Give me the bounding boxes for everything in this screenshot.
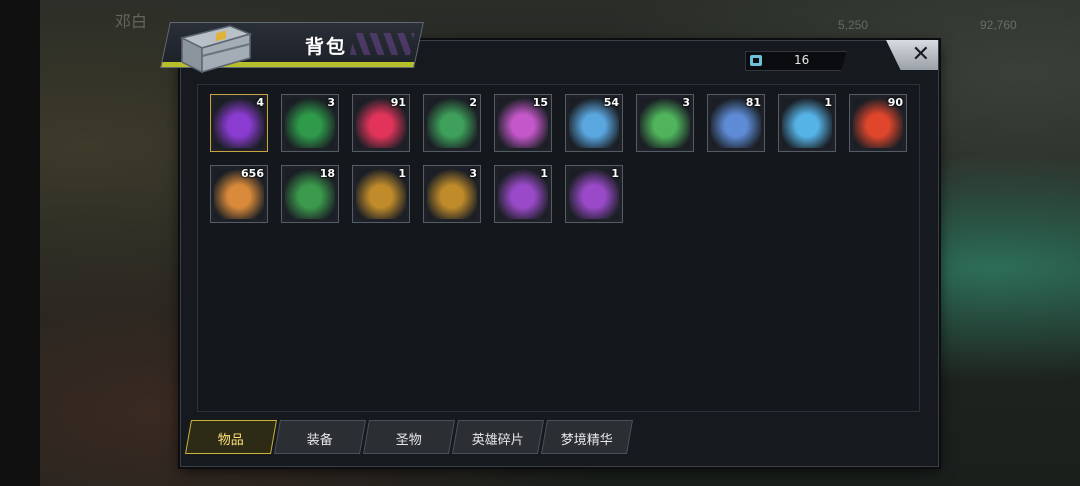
backpack-chest-icon (179, 25, 253, 74)
inventory-slot-bullet[interactable]: 656 (210, 165, 268, 223)
item-count: 1 (398, 167, 406, 180)
item-count: 54 (603, 96, 619, 109)
item-count: 90 (887, 96, 903, 109)
tab-3[interactable]: 英雄碎片 (452, 420, 544, 454)
inventory-slot-lips-badge[interactable]: 91 (352, 94, 410, 152)
window-title: 背包 (305, 36, 348, 58)
inventory-slot-purple-shirt-card[interactable]: 1 (565, 165, 623, 223)
diamond-amount: 92,760 (980, 18, 1017, 32)
inventory-slot-bottle-cap-b[interactable]: 1 (778, 94, 836, 152)
bag-capacity: 16 (745, 51, 847, 71)
inventory-slot-gold-weapon-card[interactable]: 1 (352, 165, 410, 223)
item-count: 3 (682, 96, 690, 109)
inventory-slot-festive-hat[interactable]: 3 (281, 94, 339, 152)
banner-pattern (349, 33, 415, 55)
item-count: 4 (256, 96, 264, 109)
item-count: 2 (469, 96, 477, 109)
inventory-slot-treasure-chest[interactable]: 4 (210, 94, 268, 152)
item-count: 1 (824, 96, 832, 109)
tab-label: 装备 (306, 433, 333, 448)
inventory-slot-green-fedora[interactable]: 3 (636, 94, 694, 152)
inventory-slot-poker-chip[interactable]: 90 (849, 94, 907, 152)
tab-label: 英雄碎片 (471, 433, 524, 448)
inventory-slot-star-badge[interactable]: 54 (565, 94, 623, 152)
tab-label: 梦境精华 (560, 433, 613, 448)
item-count: 3 (327, 96, 335, 109)
item-count: 18 (319, 167, 335, 180)
inventory-grid: 4 3 91 2 15 54 3 81 1 90 656 18 1 3 1 1 (197, 84, 920, 412)
item-count: 1 (540, 167, 548, 180)
inventory-slot-gold-hat-card[interactable]: 3 (423, 165, 481, 223)
item-count: 91 (390, 96, 406, 109)
close-icon[interactable]: ✕ (912, 44, 930, 66)
tab-1[interactable]: 装备 (274, 420, 366, 454)
tab-label: 圣物 (395, 433, 422, 448)
inventory-slot-film-reel[interactable]: 15 (494, 94, 552, 152)
item-count: 656 (241, 167, 264, 180)
gold-amount: 5,250 (838, 18, 869, 32)
tab-label: 物品 (217, 433, 244, 448)
tab-0[interactable]: 物品 (185, 420, 277, 454)
bag-icon (750, 55, 762, 66)
capacity-value: 16 (794, 53, 810, 67)
tab-2[interactable]: 圣物 (363, 420, 455, 454)
player-name: 邓白 (115, 14, 148, 31)
tab-4[interactable]: 梦境精华 (541, 420, 633, 454)
inventory-slot-purple-hat-card[interactable]: 1 (494, 165, 552, 223)
item-count: 81 (745, 96, 761, 109)
item-count: 1 (611, 167, 619, 180)
item-count: 3 (469, 167, 477, 180)
item-count: 15 (532, 96, 548, 109)
inventory-slot-cinema-ticket[interactable]: 81 (707, 94, 765, 152)
inventory-slot-green-cap[interactable]: 18 (281, 165, 339, 223)
inventory-slot-green-cap-with-glasses[interactable]: 2 (423, 94, 481, 152)
screen-edge (0, 0, 40, 486)
